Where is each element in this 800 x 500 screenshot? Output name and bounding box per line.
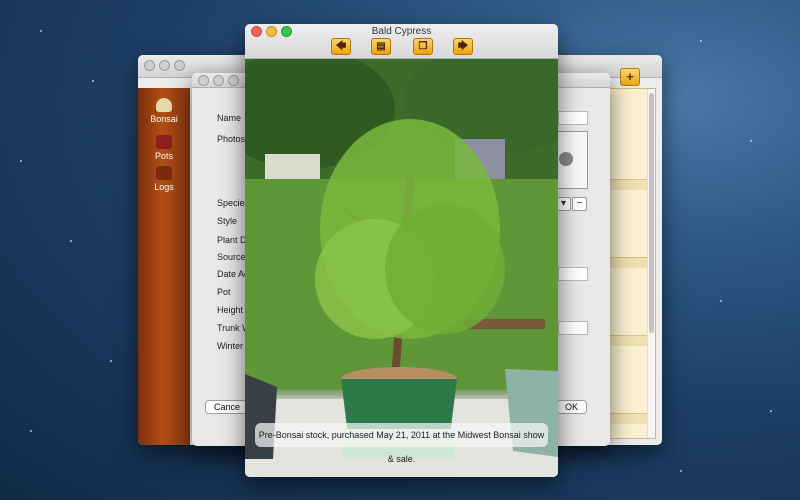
sidebar-item-label: Logs	[154, 182, 174, 192]
logs-icon	[156, 166, 172, 180]
photo-thumbnail[interactable]	[556, 131, 588, 189]
sidebar-item-bonsai[interactable]: Bonsai	[138, 98, 190, 124]
sidebar-item-label: Bonsai	[150, 114, 178, 124]
pots-icon	[156, 135, 172, 149]
stepper-button[interactable]: ▾	[556, 197, 571, 211]
sidebar-item-logs[interactable]: Logs	[138, 166, 190, 192]
style-label: Style	[217, 216, 238, 226]
name-field[interactable]	[558, 111, 588, 125]
ok-button[interactable]: OK	[556, 400, 588, 414]
zoom-button[interactable]	[174, 60, 185, 71]
minimize-button[interactable]	[213, 75, 224, 86]
photo-dot	[559, 152, 573, 166]
add-button[interactable]: +	[620, 68, 640, 86]
trunk-width-field[interactable]	[558, 321, 588, 335]
name-label: Name	[217, 113, 242, 123]
sidebar-item-label: Pots	[154, 151, 173, 161]
date-acquired-label: Date Ac	[217, 269, 249, 279]
pot-label: Pot	[217, 287, 231, 297]
source-label: Source	[217, 252, 246, 262]
bonsai-icon	[156, 98, 172, 112]
photos-label: Photos	[217, 134, 246, 144]
height-label: Height	[217, 305, 244, 315]
photo-viewer-window: Bald Cypress 🡄 ▤ ❐ 🡆 Pre-Bonsai stock, p…	[245, 24, 558, 477]
minimize-button[interactable]	[159, 60, 170, 71]
close-button[interactable]	[198, 75, 209, 86]
vertical-scrollbar[interactable]	[647, 89, 655, 438]
remove-button[interactable]: −	[572, 197, 587, 211]
caption-button[interactable]: ▤	[371, 38, 391, 55]
winter-label: Winter	[217, 341, 244, 351]
cancel-button[interactable]: Cance	[205, 400, 250, 414]
window-title: Bald Cypress	[371, 26, 432, 37]
zoom-button[interactable]	[228, 75, 239, 86]
viewer-titlebar: Bald Cypress 🡄 ▤ ❐ 🡆	[245, 24, 558, 59]
photo-caption: Pre-Bonsai stock, purchased May 21, 2011…	[255, 423, 548, 464]
next-photo-button[interactable]: 🡆	[453, 38, 473, 55]
bonsai-photo-illustration	[245, 59, 558, 477]
close-button[interactable]	[144, 60, 155, 71]
sidebar: Bonsai Pots Logs	[138, 88, 190, 445]
date-acquired-field[interactable]	[558, 267, 588, 281]
copy-photo-button[interactable]: ❐	[413, 38, 433, 55]
scroll-thumb[interactable]	[649, 93, 654, 333]
previous-photo-button[interactable]: 🡄	[331, 38, 351, 55]
bonsai-photo: Pre-Bonsai stock, purchased May 21, 2011…	[245, 59, 558, 477]
sidebar-item-pots[interactable]: Pots	[138, 135, 190, 161]
